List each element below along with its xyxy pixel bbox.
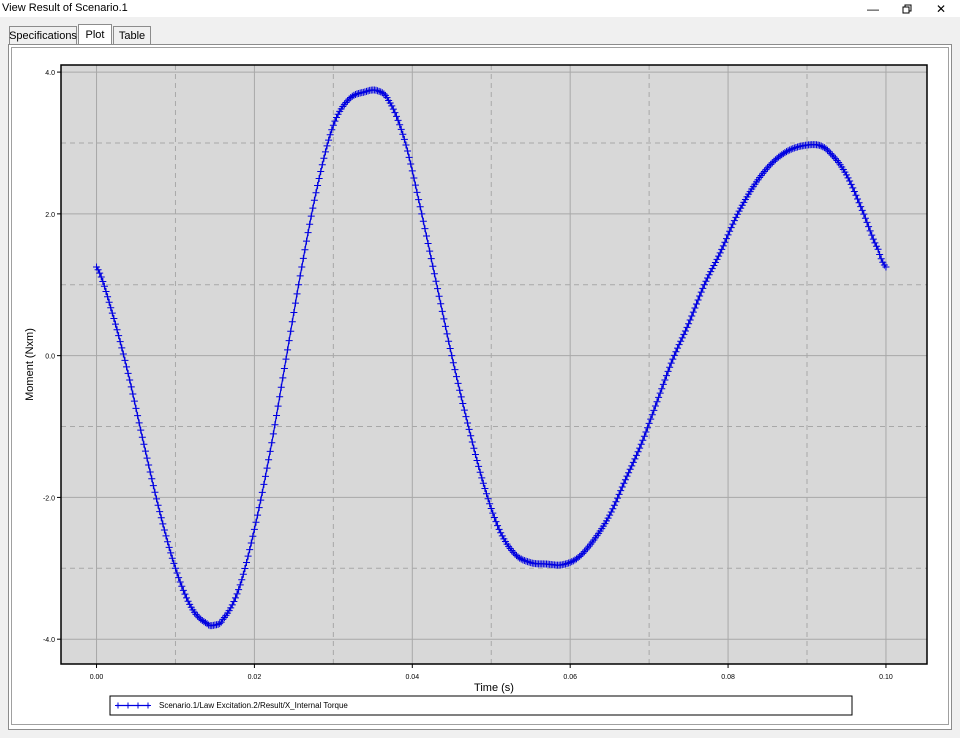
plot-frame: 0.00 0.02 0.04 0.06 0.08 0.10 4.0 2.0 0.0 -2.0 -4.… bbox=[11, 47, 949, 725]
x-tick-label: 0.00 bbox=[90, 674, 104, 681]
title-bar: View Result of Scenario.1 — ✕ bbox=[0, 0, 960, 17]
y-tick-label: 0.0 bbox=[45, 354, 55, 361]
tab-specifications[interactable]: Specifications bbox=[9, 26, 77, 44]
y-tick-label: 4.0 bbox=[45, 70, 55, 77]
tab-table[interactable]: Table bbox=[113, 26, 151, 44]
tab-plot[interactable]: Plot bbox=[78, 24, 112, 45]
y-tick-label: -4.0 bbox=[43, 637, 55, 644]
close-icon: ✕ bbox=[935, 1, 947, 16]
legend-label: Scenario.1/Law Excitation.2/Result/X_Int… bbox=[159, 701, 348, 710]
minimize-button[interactable]: — bbox=[856, 0, 890, 17]
restore-button[interactable] bbox=[890, 0, 924, 17]
x-tick-label: 0.06 bbox=[563, 674, 577, 681]
tab-label: Plot bbox=[85, 29, 105, 41]
tab-bar: Specifications Plot Table bbox=[0, 17, 960, 45]
close-button[interactable]: ✕ bbox=[924, 0, 958, 17]
y-tick-label: 2.0 bbox=[45, 212, 55, 219]
window-title: View Result of Scenario.1 bbox=[2, 2, 128, 14]
x-tick-label: 0.10 bbox=[879, 674, 893, 681]
tab-label: Table bbox=[118, 29, 146, 42]
plot-area bbox=[61, 65, 927, 664]
y-tick-label: -2.0 bbox=[43, 495, 55, 502]
x-axis-label: Time (s) bbox=[474, 682, 514, 694]
x-tick-label: 0.04 bbox=[405, 674, 419, 681]
y-axis-label: Moment (Nxm) bbox=[24, 328, 36, 401]
x-tick-label: 0.08 bbox=[721, 674, 735, 681]
minimize-icon: — bbox=[867, 1, 879, 16]
restore-icon bbox=[902, 4, 912, 13]
legend: Scenario.1/Law Excitation.2/Result/X_Int… bbox=[109, 695, 853, 716]
tab-label: Specifications bbox=[9, 29, 77, 42]
x-tick-label: 0.02 bbox=[248, 674, 262, 681]
chart[interactable]: 0.00 0.02 0.04 0.06 0.08 0.10 4.0 2.0 0.0 -2.0 -4.… bbox=[12, 48, 948, 724]
